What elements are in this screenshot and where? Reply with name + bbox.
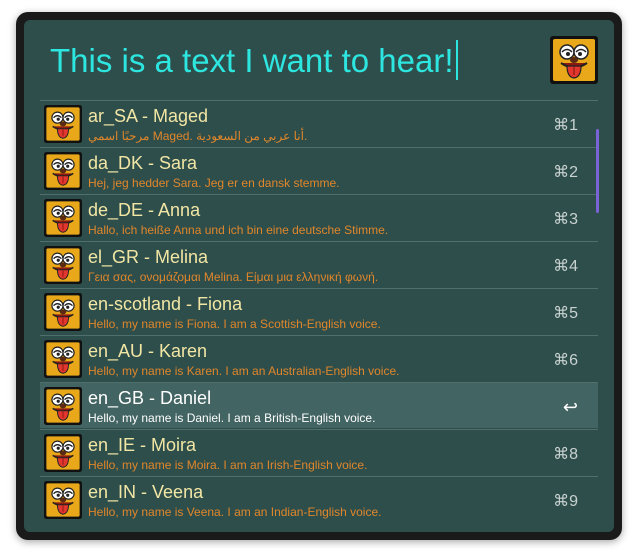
scrollbar[interactable] [596, 129, 599, 213]
list-item-subtitle: Hello, my name is Veena. I am an Indian-… [88, 505, 382, 519]
list-item-subtitle: Γεια σας, ονομάζομαι Melina. Είμαι μια ε… [88, 270, 379, 284]
list-item-title: en_IN - Veena [88, 482, 204, 502]
list-item-en-scotland-fiona[interactable]: en-scotland - Fiona Hello, my name is Fi… [40, 288, 598, 334]
launcher-panel: This is a text I want to hear! ar_SA - M… [24, 20, 614, 532]
cartoon-dog-face-icon [44, 246, 82, 284]
search-bar[interactable]: This is a text I want to hear! [24, 20, 614, 96]
list-item-title: ar_SA - Maged [88, 106, 209, 126]
list-item-title: en_IE - Moira [88, 435, 197, 455]
list-item-en-in-veena[interactable]: en_IN - Veena Hello, my name is Veena. I… [40, 476, 598, 522]
list-item-title: en_GB - Daniel [88, 388, 212, 408]
cartoon-dog-face-icon [44, 434, 82, 472]
shortcut-label: ⌘8 [553, 446, 578, 463]
cartoon-dog-face-icon [44, 387, 82, 425]
list-item-subtitle: Hej, jeg hedder Sara. Jeg er en dansk st… [88, 176, 340, 190]
list-item-en-ie-moira[interactable]: en_IE - Moira Hello, my name is Moira. I… [40, 429, 598, 475]
cartoon-dog-face-icon [44, 152, 82, 190]
cartoon-dog-face-icon [44, 293, 82, 331]
list-item-title: el_GR - Melina [88, 247, 209, 267]
list-item-subtitle: Hello, my name is Fiona. I am a Scottish… [88, 317, 381, 331]
search-input[interactable]: This is a text I want to hear! [50, 40, 458, 81]
cartoon-dog-face-icon [44, 105, 82, 143]
list-item-en-gb-daniel[interactable]: en_GB - Daniel Hello, my name is Daniel.… [40, 382, 598, 428]
app-window: This is a text I want to hear! ar_SA - M… [16, 12, 622, 540]
list-item-title: en_AU - Karen [88, 341, 208, 361]
list-item-subtitle: Hello, my name is Karen. I am an Austral… [88, 364, 400, 378]
list-item-subtitle: مرحبًا اسمي Maged. أنا عربي من السعودية. [88, 129, 308, 143]
list-item-ar-sa-maged[interactable]: ar_SA - Maged مرحبًا اسمي Maged. أنا عرب… [40, 100, 598, 146]
shortcut-label: ⌘5 [553, 305, 578, 322]
list-item-el-gr-melina[interactable]: el_GR - Melina Γεια σας, ονομάζομαι Meli… [40, 241, 598, 287]
list-item-title: da_DK - Sara [88, 153, 198, 173]
cartoon-dog-face-icon [44, 340, 82, 378]
list-item-subtitle: Hello, my name is Moira. I am an Irish-E… [88, 458, 368, 472]
list-item-en-au-karen[interactable]: en_AU - Karen Hello, my name is Karen. I… [40, 335, 598, 381]
shortcut-label: ⌘4 [553, 258, 578, 275]
list-item-title: en-scotland - Fiona [88, 294, 243, 314]
shortcut-label: ⌘3 [553, 211, 578, 228]
search-query-text: This is a text I want to hear! [50, 42, 454, 79]
list-item-de-de-anna[interactable]: de_DE - Anna Hallo, ich heiße Anna und i… [40, 194, 598, 240]
list-item-title: de_DE - Anna [88, 200, 201, 220]
list-item-subtitle: Hallo, ich heiße Anna und ich bin eine d… [88, 223, 389, 237]
return-key-icon: ↩ [562, 397, 578, 417]
shortcut-label: ⌘6 [553, 352, 578, 369]
cartoon-dog-face-icon [44, 199, 82, 237]
text-caret [455, 40, 458, 80]
shortcut-label: ⌘1 [553, 117, 578, 134]
shortcut-label: ⌘2 [553, 164, 578, 181]
results-list: ar_SA - Maged مرحبًا اسمي Maged. أنا عرب… [40, 100, 598, 523]
list-item-subtitle: Hello, my name is Daniel. I am a British… [88, 411, 376, 425]
cartoon-dog-face-icon [550, 36, 598, 84]
shortcut-label: ⌘9 [553, 493, 578, 510]
cartoon-dog-face-icon [44, 481, 82, 519]
list-item-da-dk-sara[interactable]: da_DK - Sara Hej, jeg hedder Sara. Jeg e… [40, 147, 598, 193]
